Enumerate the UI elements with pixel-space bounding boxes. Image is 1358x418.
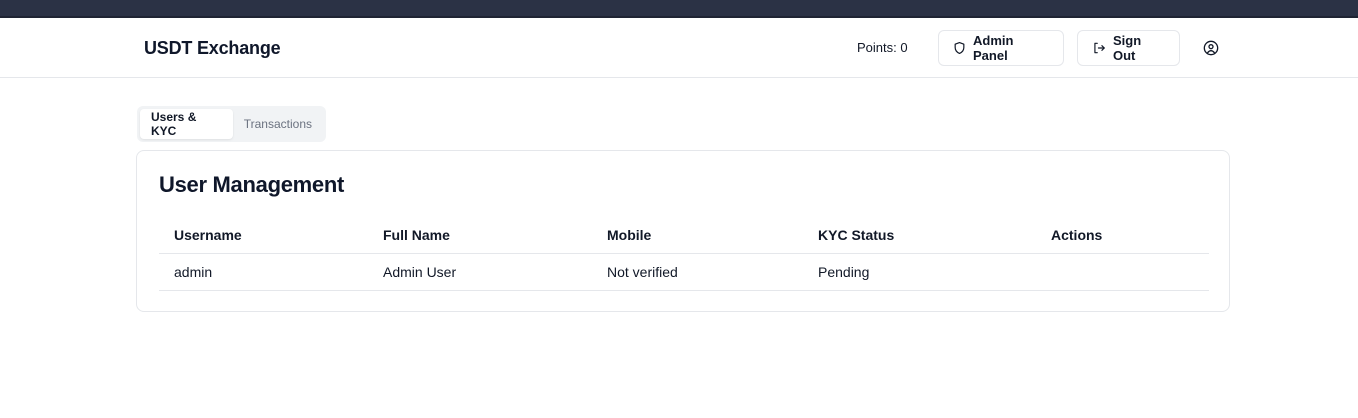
sign-out-label: Sign Out [1113,33,1142,63]
column-header-kyc-status: KYC Status [818,227,895,243]
table-row: admin Admin User Not verified Pending [159,254,1209,291]
tab-transactions[interactable]: Transactions [233,109,323,139]
card-title: User Management [159,172,345,197]
log-out-icon [1092,41,1106,55]
points-display: Points: 0 [857,40,908,55]
column-header-actions: Actions [1051,227,1103,243]
cell-full-name: Admin User [383,264,457,280]
cell-kyc-status: Pending [818,264,870,280]
cell-mobile: Not verified [607,264,678,280]
tab-users-kyc[interactable]: Users & KYC [140,109,233,139]
column-header-full-name: Full Name [383,227,450,243]
tab-list: Users & KYC Transactions [137,106,326,142]
brand-title[interactable]: USDT Exchange [144,38,281,59]
app-header: USDT Exchange Points: 0 Admin Panel Sign… [0,18,1358,78]
column-header-username: Username [174,227,242,243]
column-header-mobile: Mobile [607,227,652,243]
admin-panel-button[interactable]: Admin Panel [938,30,1064,66]
users-table: Username Full Name Mobile KYC Status Act… [159,217,1209,291]
table-header-row: Username Full Name Mobile KYC Status Act… [159,217,1209,254]
user-circle-icon[interactable] [1203,40,1219,56]
cell-username: admin [174,264,213,280]
user-management-card: User Management Username Full Name Mobil… [136,150,1230,312]
shield-icon [953,41,966,55]
sign-out-button[interactable]: Sign Out [1077,30,1180,66]
admin-panel-label: Admin Panel [973,33,1014,63]
